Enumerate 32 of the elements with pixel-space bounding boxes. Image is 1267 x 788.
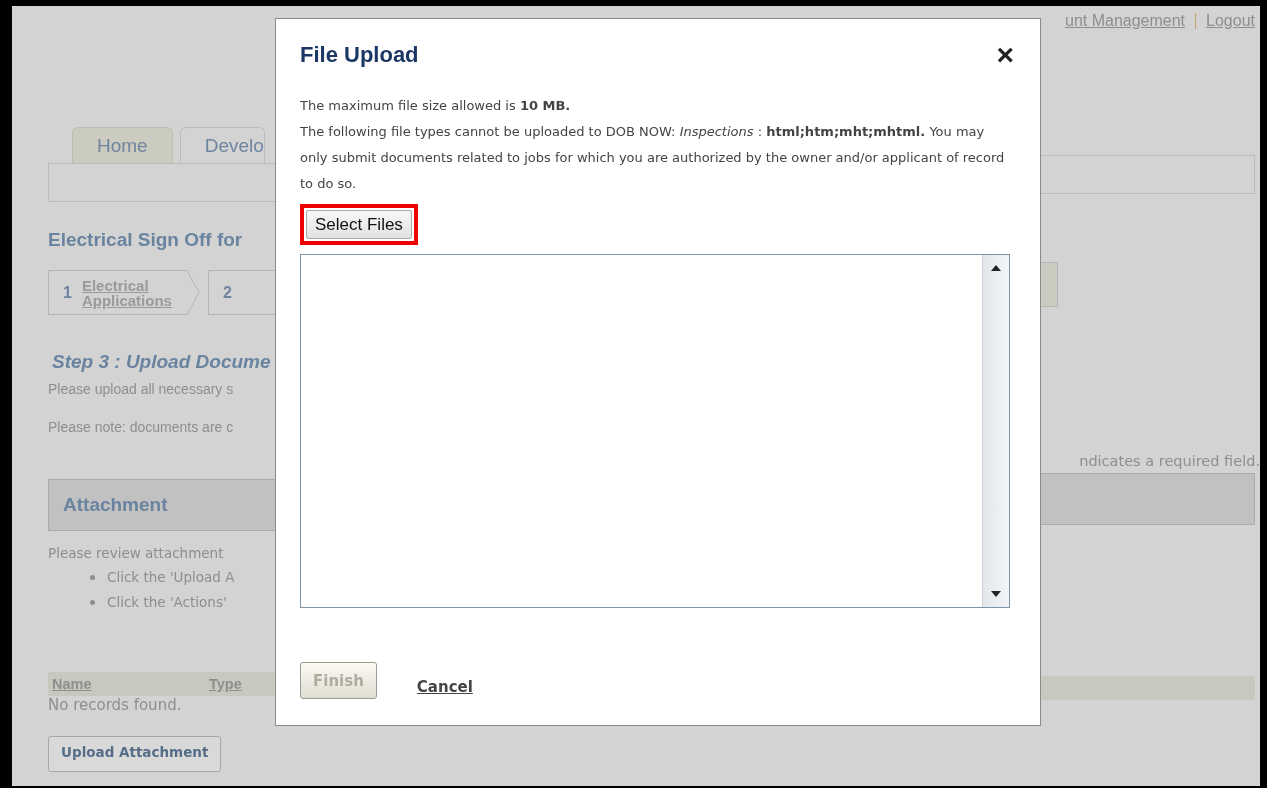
column-header[interactable]: Name — [52, 676, 209, 692]
close-button[interactable]: × — [996, 41, 1014, 69]
tab[interactable]: Home — [72, 127, 173, 163]
step-link[interactable]: Electrical Applications — [81, 277, 186, 308]
info-text: The following file types cannot be uploaded to DOB NOW: Inspections : html;htm;mht;mhtml. You may only submit documents related to jobs for which you are authorized by the owner and/or applicant of record to do so. — [300, 123, 1005, 193]
bullet-icon — [90, 599, 95, 605]
step-title: Step 3 : Upload Docume — [52, 351, 272, 373]
page-heading: Electrical Sign Off for — [48, 229, 244, 252]
select-files-button[interactable]: Select Files — [306, 210, 412, 239]
scroll-down-icon[interactable] — [991, 591, 1001, 597]
instruction-text: Please upload all necessary s — [48, 381, 235, 397]
logout-link[interactable]: Logout — [1206, 12, 1255, 30]
tab[interactable]: Develo — [179, 127, 265, 164]
bullet-text: Click the 'Upload A — [107, 569, 235, 585]
info-text: The maximum file size allowed is 10 MB. — [300, 97, 572, 115]
step-item — [1041, 262, 1058, 307]
scroll-up-icon[interactable] — [991, 265, 1001, 271]
bullet-icon — [90, 574, 95, 580]
cancel-link[interactable]: Cancel — [416, 677, 473, 696]
bullet-text: Click the 'Actions' — [107, 594, 227, 610]
section-title: Attachment — [63, 494, 168, 516]
required-note: ndicates a required field. — [1078, 453, 1260, 469]
step-number: 2 — [222, 283, 232, 302]
review-text: Please review attachment — [48, 545, 225, 561]
instruction-text: Please note: documents are c — [48, 419, 235, 435]
step-number: 1 — [63, 283, 72, 302]
empty-table-text: No records found. — [48, 696, 183, 714]
upload-attachment-button[interactable]: Upload Attachment — [48, 736, 222, 772]
column-header[interactable]: Type — [209, 676, 269, 692]
account-management-link[interactable]: unt Management — [1065, 12, 1186, 30]
scrollbar[interactable] — [982, 255, 1009, 607]
dialog-title: File Upload — [300, 42, 419, 68]
